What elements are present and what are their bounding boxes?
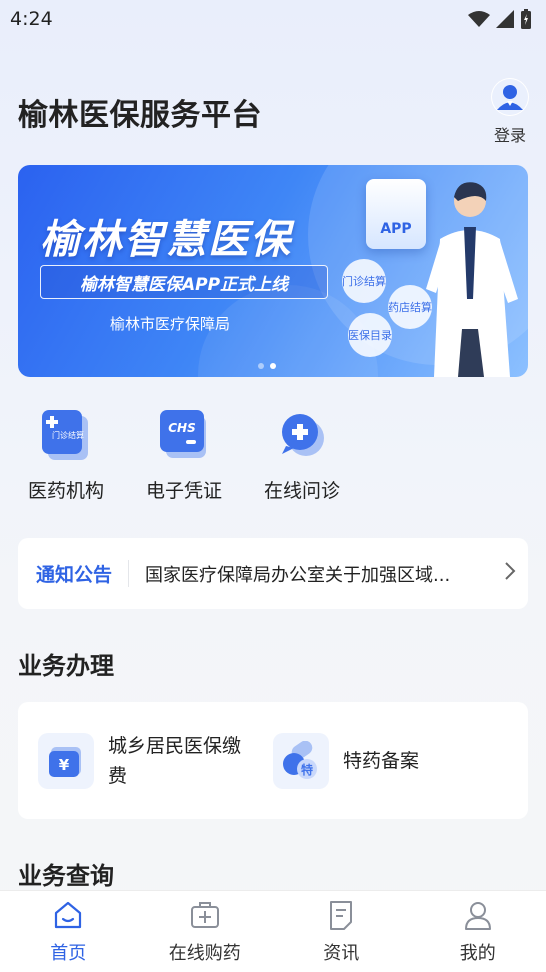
business-item-special-drug-filing[interactable]: 特 特药备案 (273, 732, 508, 789)
tab-news[interactable]: 资讯 (273, 891, 410, 972)
avatar[interactable] (491, 78, 529, 116)
tab-buy-medicine[interactable]: 在线购药 (137, 891, 274, 972)
quick-action-label: 医药机构 (27, 480, 104, 502)
bubble-clinic-settlement: 门诊结算 (342, 259, 386, 303)
doctor-illustration (426, 182, 518, 377)
quick-actions: 门诊结算 医药机构 CHS 电子凭证 在线问诊 (18, 410, 350, 503)
status-time: 4:24 (10, 8, 53, 30)
chat-plus-icon (277, 410, 327, 460)
login-label: 登录 (493, 126, 526, 145)
tab-label: 首页 (50, 943, 87, 964)
app-header: 榆林医保服务平台 登录 (18, 78, 530, 148)
business-item-resident-insurance-payment[interactable]: ¥ 城乡居民医保缴费 (38, 731, 273, 791)
banner-title: 榆林智慧医保 (40, 217, 292, 263)
yuan-payment-icon: ¥ (38, 732, 94, 789)
bubble-insurance-catalog: 医保目录 (348, 313, 392, 357)
promo-banner[interactable]: 榆林智慧医保 榆林智慧医保APP正式上线 榆林市医疗保障局 APP 门诊结算 药… (18, 165, 528, 377)
tab-home[interactable]: 首页 (0, 891, 137, 972)
user-avatar-icon (492, 79, 528, 115)
login-button[interactable]: 登录 (490, 78, 530, 146)
banner-org: 榆林市医疗保障局 (110, 315, 231, 333)
notice-bar[interactable]: 通知公告 国家医疗保障局办公室关于加强区域... (18, 538, 528, 609)
home-icon (55, 901, 82, 929)
chs-card-icon: CHS (159, 410, 209, 460)
medicine-kit-icon (190, 902, 219, 928)
app-title: 榆林医保服务平台 (18, 98, 262, 133)
chs-icon-text: CHS (168, 421, 196, 435)
clinic-icon-text: 门诊结算 (52, 430, 84, 440)
notice-text[interactable]: 国家医疗保障局办公室关于加强区域... (129, 561, 498, 587)
signal-icon (496, 10, 514, 28)
business-item-label: 特药备案 (343, 749, 420, 772)
clinic-settlement-icon: 门诊结算 (41, 410, 91, 460)
special-drug-icon: 特 (273, 732, 329, 789)
status-bar: 4:24 (0, 0, 546, 38)
tab-label: 在线购药 (168, 943, 241, 964)
profile-icon (464, 902, 491, 930)
quick-action-online-consultation[interactable]: 在线问诊 (254, 410, 350, 503)
bottom-tab-bar: 首页 在线购药 资讯 我的 (0, 890, 546, 972)
quick-action-label: 在线问诊 (263, 480, 340, 502)
banner-subtitle: 榆林智慧医保APP正式上线 (40, 265, 328, 299)
banner-pagination (258, 363, 276, 369)
quick-action-e-voucher[interactable]: CHS 电子凭证 (136, 410, 232, 503)
tab-profile[interactable]: 我的 (410, 891, 546, 972)
quick-action-label: 电子凭证 (145, 480, 222, 502)
tab-label: 资讯 (323, 943, 360, 964)
query-section-title: 业务查询 (18, 862, 114, 890)
app-phone-illustration: APP (366, 179, 426, 249)
status-icons (468, 9, 532, 29)
quick-action-medical-institutions[interactable]: 门诊结算 医药机构 (18, 410, 114, 503)
wifi-icon (468, 11, 490, 27)
notice-tag: 通知公告 (36, 560, 130, 587)
app-card-label: APP (380, 221, 412, 237)
news-icon (330, 901, 353, 930)
business-item-label: 城乡居民医保缴费 (108, 734, 242, 787)
pagination-dot-active[interactable] (270, 363, 276, 369)
tab-label: 我的 (459, 943, 496, 964)
business-section-title: 业务办理 (18, 652, 114, 680)
chevron-right-icon[interactable] (504, 561, 516, 587)
battery-icon (521, 9, 531, 29)
svg-text:¥: ¥ (59, 756, 70, 774)
special-drug-icon-text: 特 (301, 762, 313, 777)
business-card: ¥ 城乡居民医保缴费 特 特药备案 (18, 702, 528, 819)
pagination-dot[interactable] (258, 363, 264, 369)
